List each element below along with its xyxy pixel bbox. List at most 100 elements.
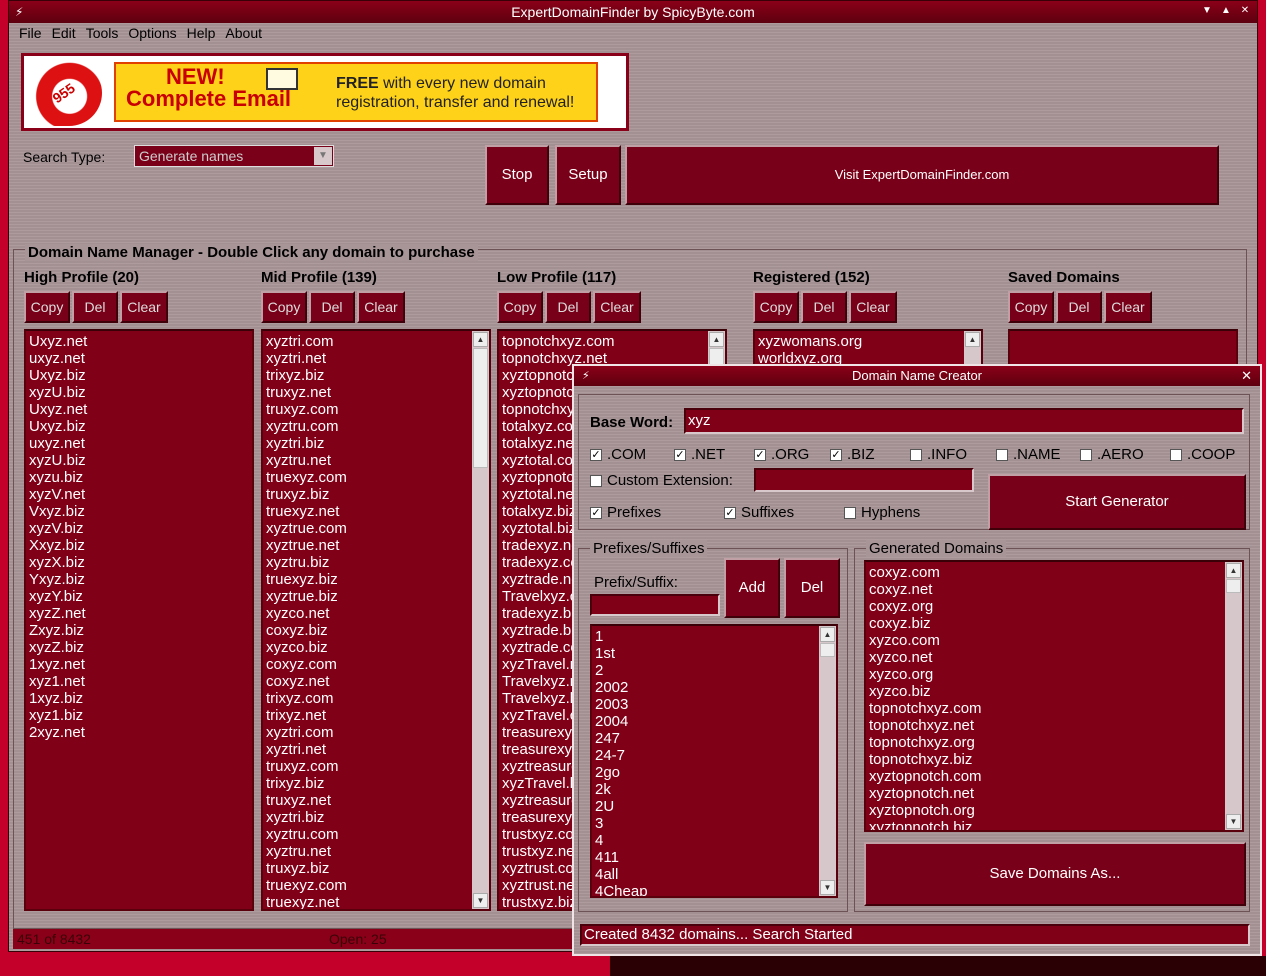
base-word-input[interactable]: xyz (684, 408, 1244, 434)
mid-list-scrollbar[interactable]: ▲ ▼ (472, 331, 489, 909)
list-item[interactable]: xyztru.net (266, 452, 469, 469)
hyphens-box[interactable] (844, 506, 856, 519)
extension-box[interactable] (1170, 448, 1182, 461)
list-item[interactable]: truexyz.com (266, 469, 469, 486)
list-item[interactable]: topnotchxyz.com (869, 700, 1222, 717)
list-item[interactable]: xyzV.biz (29, 520, 249, 537)
list-item[interactable]: 1st (595, 645, 816, 662)
list-item[interactable]: topnotchxyz.com (502, 333, 705, 350)
list-item[interactable]: xyztrue.com (266, 520, 469, 537)
list-item[interactable]: xyzu.biz (29, 469, 249, 486)
list-item[interactable]: xyzZ.net (29, 605, 249, 622)
list-item[interactable]: 2 (595, 662, 816, 679)
list-item[interactable]: Uxyz.net (29, 333, 249, 350)
list-item[interactable]: coxyz.net (266, 673, 469, 690)
ps-list-scrollbar[interactable]: ▲ ▼ (819, 626, 836, 896)
list-item[interactable]: Yxyz.biz (29, 571, 249, 588)
list-item[interactable]: coxyz.com (266, 656, 469, 673)
extension-checkbox-biz[interactable]: ✓ .BIZ (830, 446, 875, 463)
list-item[interactable]: 1 (595, 628, 816, 645)
save-domains-button[interactable]: Save Domains As... (864, 842, 1246, 906)
mid-del-button[interactable]: Del (309, 291, 355, 323)
prefix-suffix-list[interactable]: 1 1st 2 2002 2003 2004 247 24-7 2go 2k 2U 3 4 411 4all… (590, 624, 838, 898)
list-item[interactable]: xyztopnotch.com (869, 768, 1222, 785)
list-item[interactable]: coxyz.org (869, 598, 1222, 615)
list-item[interactable]: 2004 (595, 713, 816, 730)
list-item[interactable]: 3 (595, 815, 816, 832)
list-item[interactable]: truexyz.net (266, 503, 469, 520)
extension-box[interactable]: ✓ (674, 448, 686, 461)
scroll-down-icon[interactable]: ▼ (1226, 814, 1241, 829)
list-item[interactable]: truxyz.net (266, 384, 469, 401)
list-item[interactable]: xyztrue.net (266, 537, 469, 554)
custom-ext-box[interactable] (590, 474, 602, 487)
list-item[interactable]: truxyz.com (266, 401, 469, 418)
list-item[interactable]: xyztri.com (266, 724, 469, 741)
extension-box[interactable] (910, 448, 922, 461)
mid-copy-button[interactable]: Copy (261, 291, 307, 323)
list-item[interactable]: Uxyz.net (29, 401, 249, 418)
list-item[interactable]: Uxyz.biz (29, 367, 249, 384)
list-item[interactable]: topnotchxyz.org (869, 734, 1222, 751)
close-icon[interactable]: ✕ (1237, 3, 1253, 19)
scroll-thumb[interactable] (473, 348, 488, 468)
list-item[interactable]: xyzco.net (266, 605, 469, 622)
list-item[interactable]: 2003 (595, 696, 816, 713)
custom-extension-checkbox[interactable]: Custom Extension: (590, 472, 733, 489)
list-item[interactable]: 4all (595, 866, 816, 883)
scroll-up-icon[interactable]: ▲ (1226, 563, 1241, 578)
list-item[interactable]: 24-7 (595, 747, 816, 764)
registered-del-button[interactable]: Del (801, 291, 847, 323)
dialog-title-bar[interactable]: ⚡ Domain Name Creator ✕ (574, 366, 1260, 386)
title-bar[interactable]: ⚡ ExpertDomainFinder by SpicyByte.com ▼ … (9, 1, 1257, 23)
list-item[interactable]: 4Cheap (595, 883, 816, 896)
saved-copy-button[interactable]: Copy (1008, 291, 1054, 323)
list-item[interactable]: 2002 (595, 679, 816, 696)
low-clear-button[interactable]: Clear (593, 291, 641, 323)
scroll-down-icon[interactable]: ▼ (820, 880, 835, 895)
list-item[interactable]: xyzwomans.org (758, 333, 961, 350)
prefixes-checkbox[interactable]: ✓ Prefixes (590, 504, 661, 521)
mid-clear-button[interactable]: Clear (357, 291, 405, 323)
maximize-icon[interactable]: ▲ (1218, 3, 1234, 19)
list-item[interactable]: xyztopnotch.org (869, 802, 1222, 819)
list-item[interactable]: 2U (595, 798, 816, 815)
menu-about[interactable]: About (225, 23, 262, 43)
registered-list-scrollbar[interactable]: ▲ (964, 331, 981, 367)
extension-checkbox-org[interactable]: ✓ .ORG (754, 446, 809, 463)
list-item[interactable]: coxyz.net (869, 581, 1222, 598)
list-item[interactable]: xyzZ.biz (29, 639, 249, 656)
list-item[interactable]: uxyz.net (29, 435, 249, 452)
extension-checkbox-aero[interactable]: .AERO (1080, 446, 1144, 463)
extension-box[interactable]: ✓ (754, 448, 766, 461)
extension-checkbox-info[interactable]: .INFO (910, 446, 967, 463)
list-item[interactable]: xyztri.biz (266, 809, 469, 826)
list-item[interactable]: xyzV.net (29, 486, 249, 503)
saved-del-button[interactable]: Del (1056, 291, 1102, 323)
list-item[interactable]: xyztopnotch.net (869, 785, 1222, 802)
scroll-up-icon[interactable]: ▲ (820, 627, 835, 642)
dialog-close-icon[interactable]: ✕ (1241, 366, 1252, 386)
extension-box[interactable]: ✓ (590, 448, 602, 461)
list-item[interactable]: xyztrue.biz (266, 588, 469, 605)
custom-extension-input[interactable] (754, 468, 974, 492)
scroll-thumb[interactable] (820, 643, 835, 657)
list-item[interactable]: 1xyz.net (29, 656, 249, 673)
list-item[interactable]: 247 (595, 730, 816, 747)
scroll-up-icon[interactable]: ▲ (473, 332, 488, 347)
list-item[interactable]: Zxyz.biz (29, 622, 249, 639)
menu-options[interactable]: Options (128, 23, 176, 43)
list-item[interactable]: xyztru.net (266, 843, 469, 860)
list-item[interactable]: coxyz.com (869, 564, 1222, 581)
list-item[interactable]: xyzco.biz (869, 683, 1222, 700)
extension-checkbox-name[interactable]: .NAME (996, 446, 1061, 463)
list-item[interactable]: 4 (595, 832, 816, 849)
extension-checkbox-coop[interactable]: .COOP (1170, 446, 1235, 463)
list-item[interactable]: xyztri.net (266, 741, 469, 758)
list-item[interactable]: 2k (595, 781, 816, 798)
list-item[interactable]: uxyz.net (29, 350, 249, 367)
list-item[interactable]: trixyz.com (266, 690, 469, 707)
search-type-select[interactable]: Generate names ▼ (134, 145, 334, 167)
high-profile-list[interactable]: Uxyz.net uxyz.net Uxyz.biz xyzU.biz Uxyz.net… (24, 329, 254, 911)
high-clear-button[interactable]: Clear (120, 291, 168, 323)
